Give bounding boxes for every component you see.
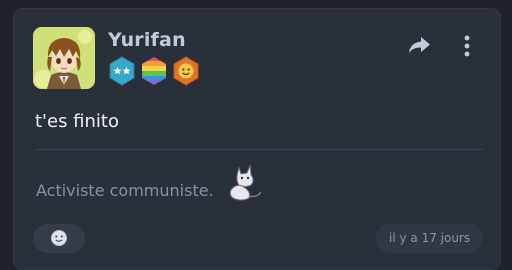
post-card: Yurifan t'es finito Activiste communiste… bbox=[13, 8, 501, 270]
username[interactable]: Yurifan bbox=[108, 29, 186, 51]
emoji-face-badge-icon[interactable] bbox=[172, 56, 200, 86]
cat-sticker-icon bbox=[229, 164, 262, 204]
author-bio: Activiste communiste. bbox=[36, 181, 214, 200]
rainbow-badge-icon[interactable] bbox=[140, 56, 168, 86]
avatar[interactable] bbox=[33, 27, 95, 89]
two-stars-badge-icon[interactable] bbox=[108, 56, 136, 86]
vertical-dots-icon[interactable] bbox=[461, 34, 473, 58]
badge-list bbox=[108, 56, 200, 86]
smiley-face-icon bbox=[51, 230, 67, 246]
anime-avatar-image bbox=[33, 27, 95, 89]
post-text: t'es finito bbox=[35, 111, 119, 132]
post-timestamp: il y a 17 jours bbox=[376, 224, 484, 253]
share-arrow-icon[interactable] bbox=[406, 34, 432, 56]
add-reaction-button[interactable] bbox=[33, 224, 85, 253]
divider bbox=[35, 149, 483, 150]
